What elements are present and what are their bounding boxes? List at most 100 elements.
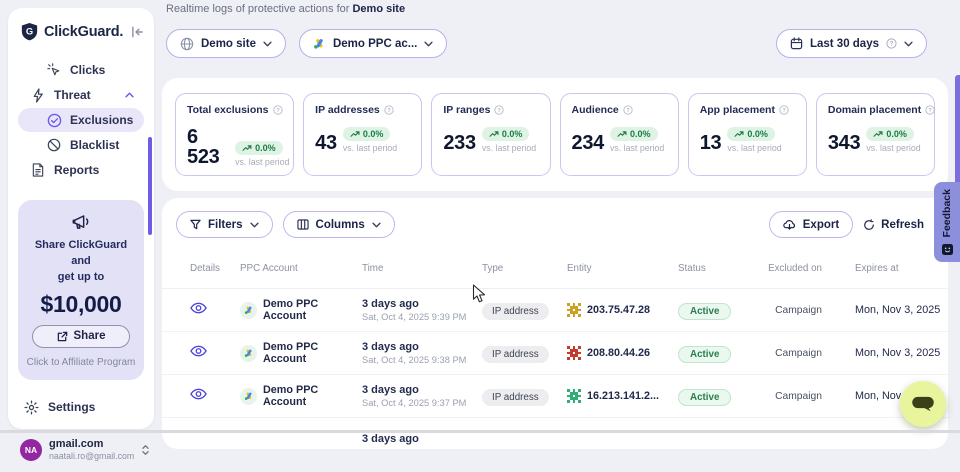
entity-value: 208.80.44.26 xyxy=(587,347,650,359)
check-circle-icon xyxy=(46,113,62,128)
chevron-up-icon[interactable] xyxy=(125,92,134,98)
column-header-excluded-on: Excluded on xyxy=(764,263,822,275)
promo-footer[interactable]: Click to Affiliate Program xyxy=(26,357,136,368)
info-icon[interactable]: ? xyxy=(273,105,283,115)
stat-value: 233 xyxy=(443,133,475,153)
sidebar-nav: ClicksThreatExclusionsBlacklist Reports xyxy=(8,57,154,183)
external-link-icon xyxy=(57,331,68,342)
ip-identicon xyxy=(567,389,581,403)
stat-card-domain-placement: Domain placement?3430.0%vs. last period xyxy=(816,93,935,176)
select-arrows-icon[interactable] xyxy=(141,444,150,456)
sidebar-item-exclusions[interactable]: Exclusions xyxy=(18,108,144,132)
share-button-label: Share xyxy=(74,330,106,342)
view-details-eye-icon[interactable] xyxy=(190,388,207,400)
stat-value: 343 xyxy=(828,133,860,153)
megaphone-icon xyxy=(26,213,136,232)
google-ads-icon xyxy=(240,345,257,362)
google-ads-icon xyxy=(240,302,257,319)
share-button[interactable]: Share xyxy=(32,325,130,348)
sidebar-item-label: Reports xyxy=(54,163,99,177)
account-switcher[interactable]: NA gmail.com naatali.ro@gmail.com xyxy=(8,428,154,472)
promo-amount: $10,000 xyxy=(26,291,136,318)
filters-button[interactable]: Filters xyxy=(176,211,273,238)
filter-pills: Demo site Demo PPC ac... xyxy=(166,29,447,58)
info-icon[interactable]: ? xyxy=(494,105,504,115)
sidebar-item-threat[interactable]: Threat xyxy=(18,83,144,107)
time-absolute: Sat, Oct 4, 2025 9:39 PM xyxy=(362,312,482,322)
sidebar-item-reports[interactable]: Reports xyxy=(18,158,144,182)
logs-panel: Filters Columns Export Refresh xyxy=(162,198,948,449)
table-header-row: DetailsPPC AccountTimeTypeEntityStatusEx… xyxy=(162,251,948,289)
column-header-entity: Entity xyxy=(567,263,678,275)
trend-up-icon xyxy=(242,145,252,152)
ban-icon xyxy=(46,138,62,152)
trend-up-icon xyxy=(350,131,360,138)
info-icon[interactable]: ? xyxy=(779,105,789,115)
site-filter-dropdown[interactable]: Demo site xyxy=(166,29,286,58)
user-email: naatali.ro@gmail.com xyxy=(49,451,134,462)
status-badge: Active xyxy=(678,389,731,406)
collapse-sidebar-icon[interactable] xyxy=(131,26,144,38)
chevron-down-icon xyxy=(372,222,381,228)
table-row[interactable]: Demo PPC Account3 days agoSat, Oct 4, 20… xyxy=(162,375,948,418)
export-button[interactable]: Export xyxy=(769,211,853,238)
view-details-eye-icon[interactable] xyxy=(190,345,207,357)
delta-badge: 0.0% xyxy=(727,127,775,141)
svg-text:?: ? xyxy=(890,41,894,48)
affiliate-promo-card: Share ClickGuard and get up to $10,000 S… xyxy=(18,200,144,380)
columns-icon xyxy=(297,219,309,230)
site-filter-label: Demo site xyxy=(201,38,256,50)
time-absolute: Sat, Oct 4, 2025 9:38 PM xyxy=(362,355,482,365)
trend-up-icon xyxy=(873,131,883,138)
chat-bubble-icon xyxy=(911,396,935,413)
stat-subtext: vs. last period xyxy=(610,143,664,153)
expires-at-value: Mon, Nov 3, 2025 xyxy=(855,304,948,316)
refresh-button[interactable]: Refresh xyxy=(863,219,924,231)
sidebar-scrollbar[interactable] xyxy=(148,137,152,235)
calendar-icon xyxy=(790,37,803,50)
column-header-status: Status xyxy=(678,263,764,275)
svg-text:?: ? xyxy=(626,108,630,114)
document-icon xyxy=(30,163,46,177)
avatar: NA xyxy=(20,439,42,461)
ppc-account-filter-dropdown[interactable]: Demo PPC ac... xyxy=(299,29,447,58)
filters-button-label: Filters xyxy=(208,219,243,231)
stats-panel: Total exclusions?6 5230.0%vs. last perio… xyxy=(162,78,948,191)
table-row[interactable]: Demo PPC Account3 days agoSat, Oct 4, 20… xyxy=(162,289,948,332)
stat-label: IP ranges xyxy=(443,104,490,116)
status-badge: Active xyxy=(678,303,731,320)
chat-widget-button[interactable] xyxy=(900,381,946,427)
chevron-down-icon xyxy=(250,222,259,228)
info-icon[interactable]: ? xyxy=(384,105,394,115)
view-details-eye-icon[interactable] xyxy=(190,302,207,314)
ip-identicon xyxy=(567,303,581,317)
svg-text:?: ? xyxy=(276,108,280,114)
ppc-filter-label: Demo PPC ac... xyxy=(333,38,417,50)
date-range-label: Last 30 days xyxy=(810,38,879,50)
sidebar-item-settings[interactable]: Settings xyxy=(24,400,154,415)
svg-text:?: ? xyxy=(387,108,391,114)
sidebar-item-blacklist[interactable]: Blacklist xyxy=(18,133,144,157)
sidebar: G ClickGuard. ClicksThreatExclusionsBlac… xyxy=(8,8,154,429)
svg-text:?: ? xyxy=(782,108,786,114)
columns-button[interactable]: Columns xyxy=(283,211,395,238)
date-range-dropdown[interactable]: Last 30 days ? xyxy=(776,29,927,58)
feedback-tab[interactable]: Feedback xyxy=(934,182,960,262)
settings-label: Settings xyxy=(48,400,95,414)
sidebar-item-clicks[interactable]: Clicks xyxy=(18,58,144,82)
excluded-on-value: Campaign xyxy=(764,391,822,402)
excluded-on-value: Campaign xyxy=(764,348,822,359)
column-header-time: Time xyxy=(362,263,482,275)
table-row[interactable]: Demo PPC Account3 days agoSat, Oct 4, 20… xyxy=(162,332,948,375)
stat-subtext: vs. last period xyxy=(235,157,282,167)
stat-value: 43 xyxy=(315,133,337,153)
delta-badge: 0.0% xyxy=(343,127,391,141)
columns-button-label: Columns xyxy=(316,219,365,231)
info-icon[interactable]: ? xyxy=(925,105,935,115)
lightning-icon xyxy=(30,88,46,103)
logo-text: ClickGuard. xyxy=(44,24,123,40)
export-button-label: Export xyxy=(803,219,839,231)
page-subtitle: Realtime logs of protective actions for … xyxy=(166,3,405,15)
table-row[interactable]: 3 days ago xyxy=(162,418,948,449)
info-icon[interactable]: ? xyxy=(623,105,633,115)
